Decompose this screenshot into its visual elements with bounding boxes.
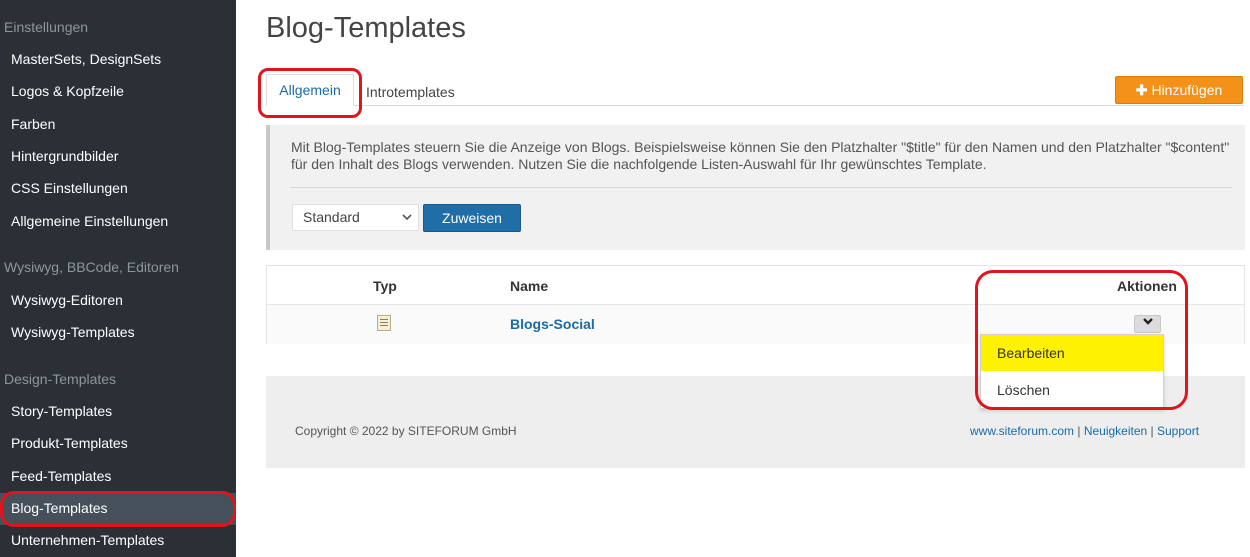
footer-link-support[interactable]: Support	[1157, 424, 1199, 438]
tab-introtemplates[interactable]: Introtemplates	[366, 84, 455, 100]
sidebar-item-feed-templates[interactable]: Feed-Templates	[11, 468, 111, 484]
sidebar-heading-einstellungen: Einstellungen	[4, 19, 89, 35]
sidebar-item-allgemeine-einstellungen[interactable]: Allgemeine Einstellungen	[11, 213, 168, 229]
info-panel: Mit Blog-Templates steuern Sie die Anzei…	[266, 125, 1245, 250]
sidebar-heading-wysiwyg: Wysiwyg, BBCode, Editoren	[4, 259, 179, 275]
page-title: Blog-Templates	[266, 12, 466, 44]
template-name-link[interactable]: Blogs-Social	[510, 316, 595, 332]
tabs-divider	[266, 105, 1244, 106]
footer-links: www.siteforum.com | Neuigkeiten | Suppor…	[970, 424, 1199, 438]
sidebar-item-css-einstellungen[interactable]: CSS Einstellungen	[11, 180, 128, 196]
template-select[interactable]: Standard	[292, 204, 419, 231]
sidebar-item-farben[interactable]: Farben	[11, 116, 55, 132]
sidebar-heading-design-templates: Design-Templates	[4, 371, 117, 387]
sidebar-item-story-templates[interactable]: Story-Templates	[11, 403, 112, 419]
annotation-highlight-actions	[975, 270, 1188, 410]
copyright-text: Copyright © 2022 by SITEFORUM GmbH	[295, 424, 517, 438]
template-select-value: Standard	[303, 209, 360, 225]
annotation-highlight-tab	[258, 68, 362, 118]
sidebar-item-unternehmen-templates[interactable]: Unternehmen-Templates	[11, 532, 164, 548]
chevron-down-icon	[401, 206, 413, 239]
assign-button[interactable]: Zuweisen	[423, 204, 521, 232]
sidebar-item-wysiwyg-editoren[interactable]: Wysiwyg-Editoren	[11, 292, 123, 308]
sidebar-item-wysiwyg-templates[interactable]: Wysiwyg-Templates	[11, 324, 135, 340]
column-header-name: Name	[510, 278, 549, 294]
footer-link-neuigkeiten[interactable]: Neuigkeiten	[1084, 424, 1147, 438]
info-divider	[291, 187, 1232, 188]
footer-link-siteforum[interactable]: www.siteforum.com	[970, 424, 1074, 438]
column-header-typ: Typ	[373, 278, 397, 294]
sidebar-item-logos[interactable]: Logos & Kopfzeile	[11, 83, 124, 99]
annotation-highlight-sidebar	[0, 491, 236, 527]
add-button[interactable]: ✚ Hinzufügen	[1115, 76, 1243, 104]
sidebar-item-mastersets[interactable]: MasterSets, DesignSets	[11, 51, 161, 67]
app: Einstellungen MasterSets, DesignSets Log…	[0, 0, 1250, 557]
template-icon	[377, 315, 391, 331]
sidebar-item-hintergrundbilder[interactable]: Hintergrundbilder	[11, 148, 118, 164]
sidebar-item-produkt-templates[interactable]: Produkt-Templates	[11, 435, 128, 451]
sidebar: Einstellungen MasterSets, DesignSets Log…	[0, 0, 236, 557]
add-button-label: Hinzufügen	[1151, 82, 1223, 98]
plus-icon: ✚	[1135, 82, 1148, 98]
info-text: Mit Blog-Templates steuern Sie die Anzei…	[291, 139, 1230, 172]
